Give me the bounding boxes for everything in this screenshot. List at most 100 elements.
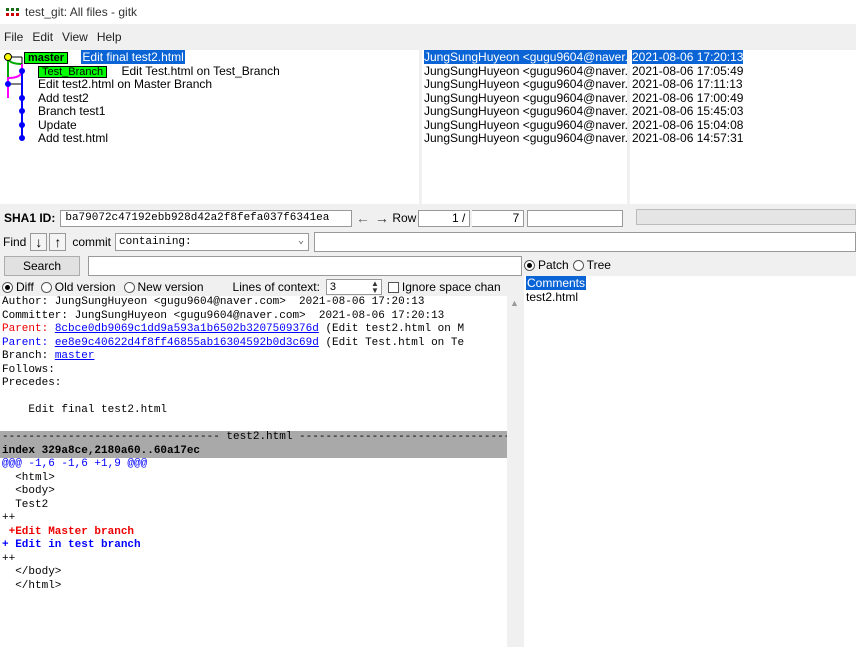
commit-message[interactable]: Edit final test2.html [81, 50, 185, 64]
ignore-space-checkbox[interactable] [387, 281, 399, 293]
find-up-arrow-icon[interactable]: ↑ [49, 233, 67, 251]
find-mode-select[interactable]: containing: ⌄ [115, 233, 310, 251]
radio-tree[interactable] [572, 259, 584, 271]
menu-help[interactable]: Help [97, 30, 122, 44]
commit-author[interactable]: JungSungHuyeon <gugu9604@naver.c [424, 104, 627, 119]
window-title: test_git: All files - gitk [25, 5, 138, 19]
context-spinbox[interactable]: 3 ▲ ▼ [325, 279, 382, 295]
spinner-arrows-icon[interactable]: ▲ ▼ [371, 280, 379, 295]
commit-date[interactable]: 2021-08-06 15:04:08 [632, 118, 856, 133]
chevron-down-icon: ⌄ [297, 236, 305, 247]
branch-link[interactable]: master [55, 350, 95, 362]
diff-line: </body> [2, 566, 62, 578]
find-label: Find [3, 235, 27, 249]
context-value: 3 [329, 281, 337, 293]
find-mode-value: containing: [119, 236, 192, 248]
diff-line: </html> [2, 579, 62, 592]
diff-author: Author: JungSungHuyeon <gugu9604@naver.c… [2, 296, 425, 308]
back-arrow-icon[interactable]: ← [354, 210, 371, 227]
commit-author[interactable]: JungSungHuyeon <gugu9604@naver.c [424, 64, 627, 79]
progress-bar [636, 209, 856, 225]
commit-list: master Edit final test2.html Test_Branch… [0, 50, 419, 146]
branch-tag-test-branch[interactable]: Test_Branch [38, 65, 108, 78]
commit-date[interactable]: 2021-08-06 14:57:31 [632, 131, 856, 146]
commit-author[interactable]: JungSungHuyeon <gugu9604@naver.c [424, 131, 627, 146]
scroll-up-icon[interactable]: ▲ [510, 298, 519, 308]
commit-message[interactable]: Add test.html [38, 131, 108, 145]
diff-line-added: + Edit in test branch [2, 539, 141, 551]
commit-message[interactable]: Edit Test.html on Test_Branch [122, 64, 280, 78]
find-down-arrow-icon[interactable]: ↓ [30, 233, 48, 251]
find-type[interactable]: commit [72, 235, 111, 249]
ignore-space-label: Ignore space chan [401, 280, 501, 294]
diff-line: <html> [2, 471, 55, 484]
commit-row[interactable]: master Edit final test2.html [0, 50, 419, 65]
radio-new-label: New version [137, 280, 204, 294]
commit-author[interactable]: JungSungHuyeon <gugu9604@naver.c [424, 50, 627, 64]
radio-old-version[interactable] [40, 281, 52, 293]
author-pane[interactable]: JungSungHuyeon <gugu9604@naver.c JungSun… [422, 50, 627, 204]
search-input[interactable] [88, 256, 522, 276]
commit-message[interactable]: Update [38, 118, 77, 132]
commit-row[interactable]: Edit test2.html on Master Branch [0, 77, 419, 92]
forward-arrow-icon[interactable]: → [373, 210, 390, 227]
diff-index: index 329a8ce,2180a60..60a17ec [0, 444, 507, 458]
diff-view[interactable]: Author: JungSungHuyeon <gugu9604@naver.c… [0, 296, 507, 647]
commit-date[interactable]: 2021-08-06 17:11:13 [632, 77, 856, 92]
file-list-pane[interactable]: Comments test2.html [524, 276, 856, 647]
file-list-item[interactable]: test2.html [524, 290, 856, 304]
commit-row[interactable]: Add test.html [0, 131, 419, 146]
commit-message[interactable]: Add test2 [38, 91, 89, 105]
parent-label: Parent: [2, 336, 55, 349]
radio-old-label: Old version [54, 280, 116, 294]
branch-tag-master[interactable]: master [24, 52, 69, 64]
commit-message[interactable]: Edit test2.html on Master Branch [38, 77, 212, 91]
commit-row[interactable]: Update [0, 118, 419, 133]
menu-edit[interactable]: Edit [32, 30, 53, 44]
diff-line-removed: +Edit Master branch [2, 525, 135, 538]
diff-line: Test2 [2, 498, 49, 511]
sha-input[interactable]: ba79072c47192ebb928d42a2f8fefa037f6341ea [60, 209, 353, 227]
menu-bar: File Edit View Help [0, 27, 131, 47]
parent-message: (Edit test2.html on M [318, 323, 465, 335]
commit-author[interactable]: JungSungHuyeon <gugu9604@naver.c [424, 91, 627, 106]
file-list-comments[interactable]: Comments [526, 276, 587, 290]
diff-scrollbar[interactable]: ▲ [507, 296, 522, 647]
parent-link[interactable]: ee8e9c40622d4f8ff46855ab16304592b0d3c69d [55, 337, 319, 349]
diff-committer: Committer: JungSungHuyeon <gugu9604@nave… [2, 309, 445, 322]
commit-row[interactable]: Add test2 [0, 91, 419, 106]
radio-patch[interactable] [524, 259, 535, 271]
parent-message: (Edit Test.html on Te [318, 336, 465, 349]
diff-options: Diff Old version New version Lines of co… [2, 279, 518, 295]
diff-line: ++ [2, 552, 16, 565]
commit-row[interactable]: Test_Branch Edit Test.html on Test_Branc… [0, 64, 419, 79]
commit-message[interactable]: Branch test1 [38, 104, 105, 118]
commit-date[interactable]: 2021-08-06 17:05:49 [632, 64, 856, 79]
find-input[interactable] [314, 232, 856, 252]
commit-author[interactable]: JungSungHuyeon <gugu9604@naver.c [424, 118, 627, 133]
date-pane[interactable]: 2021-08-06 17:20:13 2021-08-06 17:05:49 … [630, 50, 856, 204]
radio-diff-label: Diff [16, 280, 34, 294]
menu-file[interactable]: File [4, 30, 23, 44]
radio-diff[interactable] [2, 281, 13, 293]
commit-date[interactable]: 2021-08-06 15:45:03 [632, 104, 856, 119]
radio-patch-label: Patch [538, 258, 569, 272]
radio-tree-label: Tree [586, 258, 611, 272]
row-label: Row [392, 211, 417, 225]
patch-tree-toggle: Patch Tree [524, 258, 611, 272]
commit-date[interactable]: 2021-08-06 17:00:49 [632, 91, 856, 106]
commit-author[interactable]: JungSungHuyeon <gugu9604@naver.c [424, 77, 627, 92]
commit-date[interactable]: 2021-08-06 17:20:13 [632, 50, 744, 64]
search-button[interactable]: Search [4, 256, 80, 276]
commit-row[interactable]: Branch test1 [0, 104, 419, 119]
sha-label: SHA1 ID: [4, 211, 56, 225]
row-total: 7 [472, 209, 525, 227]
commit-graph-pane[interactable]: master Edit final test2.html Test_Branch… [0, 50, 419, 204]
menu-view[interactable]: View [62, 30, 88, 44]
parent-link[interactable]: 8cbce0db9069c1dd9a593a1b6502b3207509376d [55, 323, 319, 335]
radio-new-version[interactable] [123, 281, 135, 293]
diff-hunk-header: @@@ -1,6 -1,6 +1,9 @@@ [2, 458, 148, 470]
gitk-app-icon [6, 8, 19, 16]
